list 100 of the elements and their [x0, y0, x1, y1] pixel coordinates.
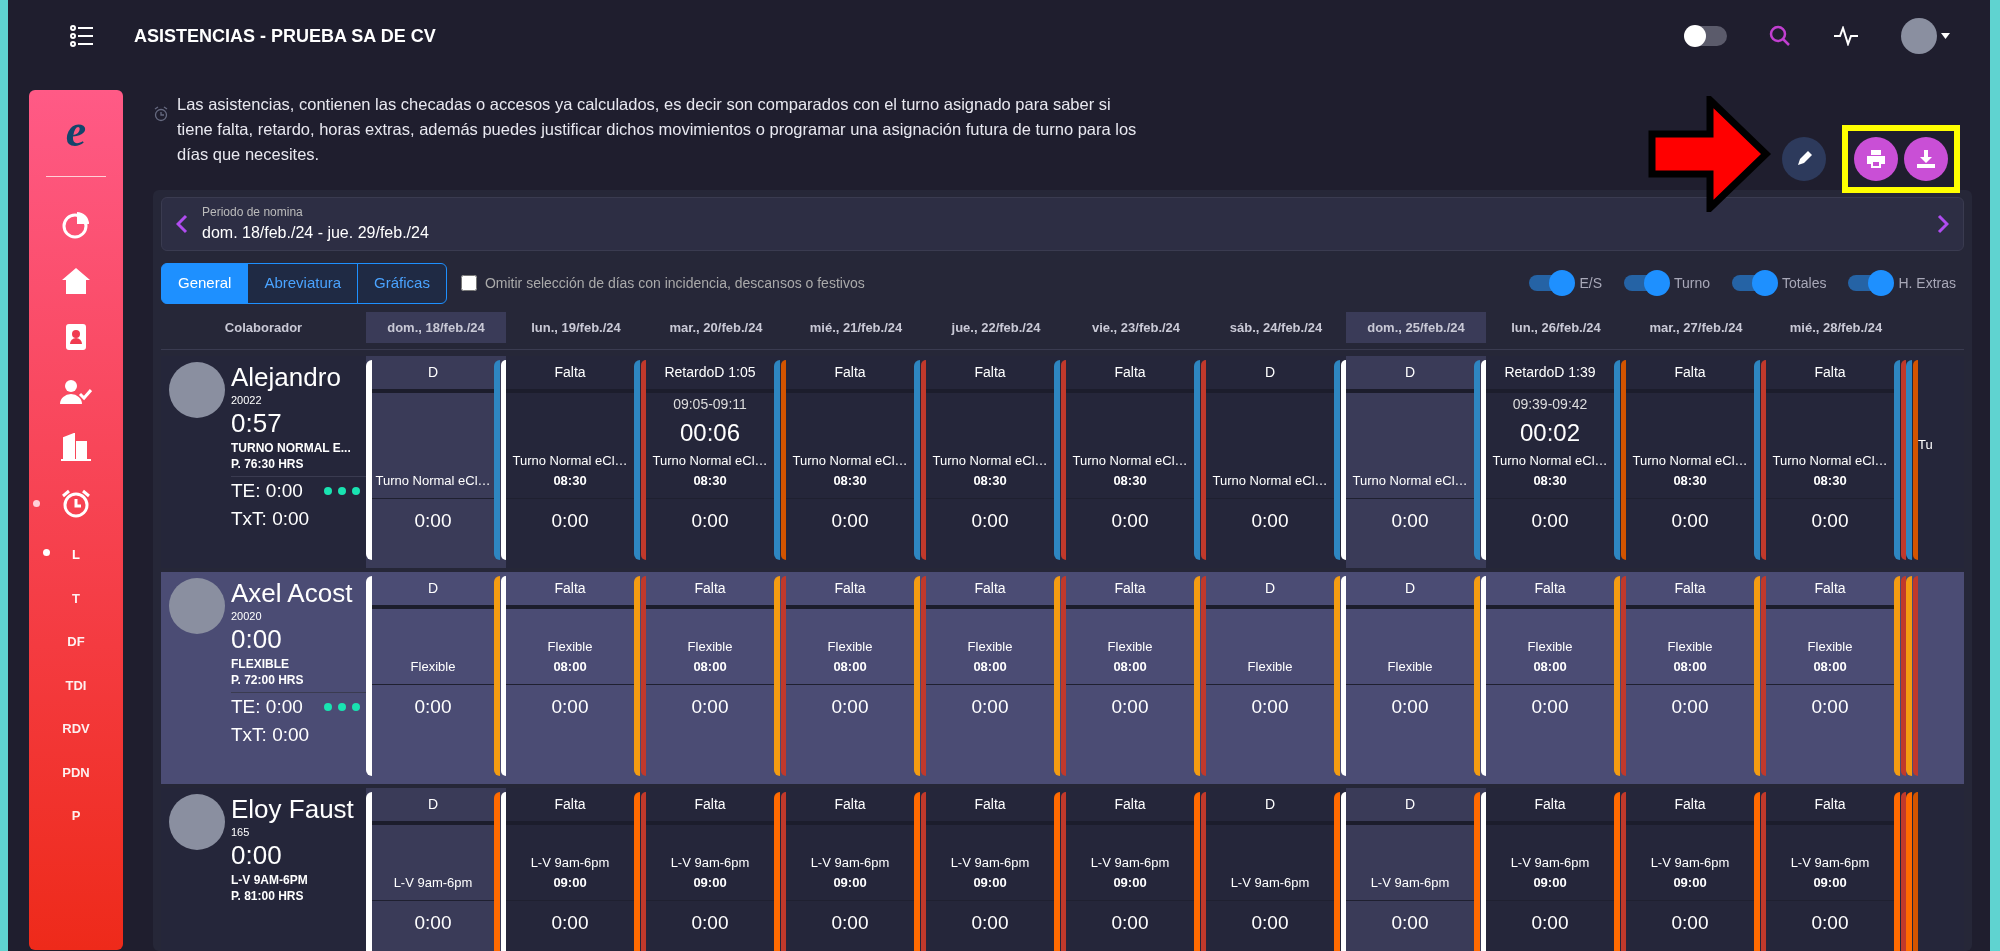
total-time: TxT: 0:00 — [231, 507, 311, 531]
shift-name: Flexible — [1386, 657, 1434, 676]
shift-hours: 08:30 — [692, 471, 728, 490]
omit-checkbox[interactable] — [460, 275, 477, 292]
toggle-label: Totales — [1782, 273, 1827, 293]
toggle-switch[interactable] — [1624, 270, 1670, 297]
day-header: dom., 25/feb./24 — [1346, 311, 1486, 343]
download-button[interactable] — [1904, 137, 1948, 181]
shift-name: Turno Normal eCl… — [651, 452, 769, 470]
user-check-icon[interactable] — [60, 379, 92, 405]
description-text: Las asistencias, contienen las checadas o accesos ya calculados, es decir son comparados con el turno asignado para saber si tiene falta, retardo, horas extras, además puedes justificar dichos movimientos o programar una asignación futura de turno para los días que necesites. — [177, 94, 1137, 165]
late-duration: 00:02 — [1518, 418, 1582, 448]
column-header: Colaborador — [223, 318, 304, 337]
avatar — [169, 362, 225, 418]
shift-hours: 08:00 — [972, 657, 1008, 676]
shift-name: Flexible — [686, 638, 734, 656]
sidebar-item[interactable]: T — [41, 588, 111, 608]
contact-book-icon[interactable] — [64, 323, 88, 351]
employee-row[interactable] — [161, 572, 1964, 784]
shift-hours: 08:00 — [1812, 657, 1848, 676]
shift-name: L-V 9am-6pm — [1509, 854, 1591, 872]
chevron-right-icon[interactable] — [1937, 214, 1949, 234]
shift-name: Turno Normal eCl… — [511, 452, 629, 470]
menu-icon[interactable] — [70, 25, 94, 47]
shift-hours: 08:30 — [1112, 471, 1148, 490]
shift-hours: 09:00 — [1672, 873, 1708, 892]
download-icon — [1916, 149, 1936, 169]
sidebar-item[interactable]: TDI — [41, 675, 111, 695]
shift-hours: 08:00 — [692, 657, 728, 676]
day-total: 0:00 — [1670, 695, 1710, 719]
shift-hours: 09:00 — [832, 873, 868, 892]
toggle-switch[interactable] — [1732, 270, 1779, 297]
view-tab[interactable]: Abreviatura — [247, 263, 359, 304]
chevron-left-icon[interactable] — [176, 214, 188, 234]
home-icon[interactable] — [61, 267, 91, 295]
employee-id: 20020 — [231, 609, 263, 624]
period-value: dom. 18/feb./24 - jue. 29/feb./24 — [202, 223, 429, 243]
employee-id: 20022 — [231, 393, 263, 408]
shift-hours: 09:00 — [1112, 873, 1148, 892]
shift-name: Flexible — [546, 638, 594, 656]
shift-name: L-V 9am-6pm — [529, 854, 611, 872]
shift-name: L-V 9am-6pm — [809, 854, 891, 872]
toggle-switch[interactable] — [1529, 270, 1576, 297]
day-total: 0:00 — [970, 911, 1010, 935]
more-icon[interactable] — [324, 487, 360, 496]
shift-name: Turno Normal eCl… — [931, 452, 1049, 470]
shift-name: Flexible — [1666, 638, 1714, 656]
day-total: 0:00 — [830, 911, 870, 935]
sidebar-item[interactable]: P — [41, 806, 111, 826]
shift-name: Turno Normal eCl… — [791, 452, 909, 470]
shift-name: L-V 9am-6pm — [1649, 854, 1731, 872]
sidebar-item[interactable]: L — [41, 545, 111, 565]
building-icon[interactable] — [61, 433, 91, 461]
planned-hours: P. 76:30 HRS — [231, 456, 305, 473]
shift-name: Flexible — [826, 638, 874, 656]
shift-hours: 08:00 — [832, 657, 868, 676]
employee-name: Alejandro — [231, 362, 342, 394]
shift-hours: 08:30 — [552, 471, 588, 490]
shift-name: Turno Normal eCl… — [1491, 452, 1609, 470]
day-total: 0:00 — [1390, 695, 1430, 719]
day-total: 0:00 — [413, 695, 453, 719]
alarm-clock-icon[interactable] — [61, 489, 91, 519]
search-icon[interactable] — [1769, 25, 1791, 47]
edit-button[interactable] — [1782, 137, 1826, 181]
shift-hours: 09:00 — [552, 873, 588, 892]
shift-hours: 09:00 — [972, 873, 1008, 892]
view-tab[interactable]: General — [161, 263, 249, 304]
shift-hours: 09:00 — [692, 873, 728, 892]
shift-name: Flexible — [1106, 638, 1154, 656]
shift-hours: 09:00 — [1812, 873, 1848, 892]
day-total: 0:00 — [1110, 695, 1150, 719]
employee-name: Axel Acost — [231, 578, 354, 610]
sidebar-item[interactable]: PDN — [41, 762, 111, 782]
shift-name: L-V 9am-6pm — [1789, 854, 1871, 872]
pulse-icon[interactable] — [1833, 26, 1859, 46]
user-avatar[interactable] — [1901, 18, 1937, 54]
shift-name: L-V 9am-6pm — [669, 854, 751, 872]
logo[interactable]: e — [65, 108, 87, 154]
caret-icon[interactable] — [1941, 33, 1950, 39]
day-header: vie., 23/feb./24 — [1090, 318, 1182, 337]
shift-name: L-V 9am-6pm — [1089, 854, 1171, 872]
pencil-icon — [1795, 150, 1813, 168]
theme-toggle[interactable] — [1685, 26, 1727, 46]
shift-name: Tu — [1918, 435, 1934, 454]
toggle-switch[interactable] — [1848, 270, 1895, 297]
pie-chart-icon[interactable] — [62, 211, 90, 239]
view-tab[interactable]: Gráficas — [357, 263, 447, 304]
day-header: mar., 27/feb./24 — [1648, 318, 1744, 337]
sidebar-item[interactable]: DF — [41, 632, 111, 652]
sidebar-item[interactable]: RDV — [41, 719, 111, 739]
shift-hours: 08:30 — [1812, 471, 1848, 490]
print-button[interactable] — [1854, 137, 1898, 181]
shift-name: Turno Normal eCl… — [1071, 452, 1189, 470]
extra-time: TE: 0:00 — [231, 479, 303, 504]
day-total: 0:00 — [1810, 911, 1850, 935]
day-total: 0:00 — [1670, 509, 1710, 533]
time-range: 09:39-09:42 — [1511, 395, 1589, 414]
day-total: 0:00 — [1530, 695, 1570, 719]
more-icon[interactable] — [324, 703, 360, 712]
day-total: 0:00 — [1530, 911, 1570, 935]
